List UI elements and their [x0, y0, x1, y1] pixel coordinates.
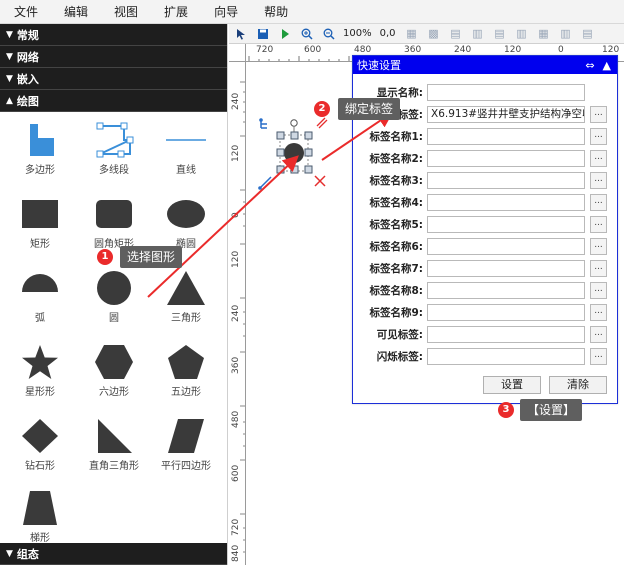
step-1-tooltip: 选择图形: [120, 246, 183, 268]
step-3-badge: 3: [498, 402, 514, 418]
step-2-badge: 2: [314, 101, 330, 117]
arrow-to-data-tag: [321, 111, 394, 161]
step-2-tooltip: 绑定标签: [338, 98, 401, 120]
annotation-arrows: [147, 111, 394, 298]
arrow-to-shape: [147, 155, 299, 298]
step-1-badge: 1: [97, 249, 113, 265]
step-3-tooltip: 【设置】: [520, 399, 583, 421]
app-window: 文件 编辑 视图 扩展 向导 帮助 ▼ 常规 ▼ 网络 ▼ 嵌入 ▲ 绘图 多边…: [0, 0, 624, 565]
